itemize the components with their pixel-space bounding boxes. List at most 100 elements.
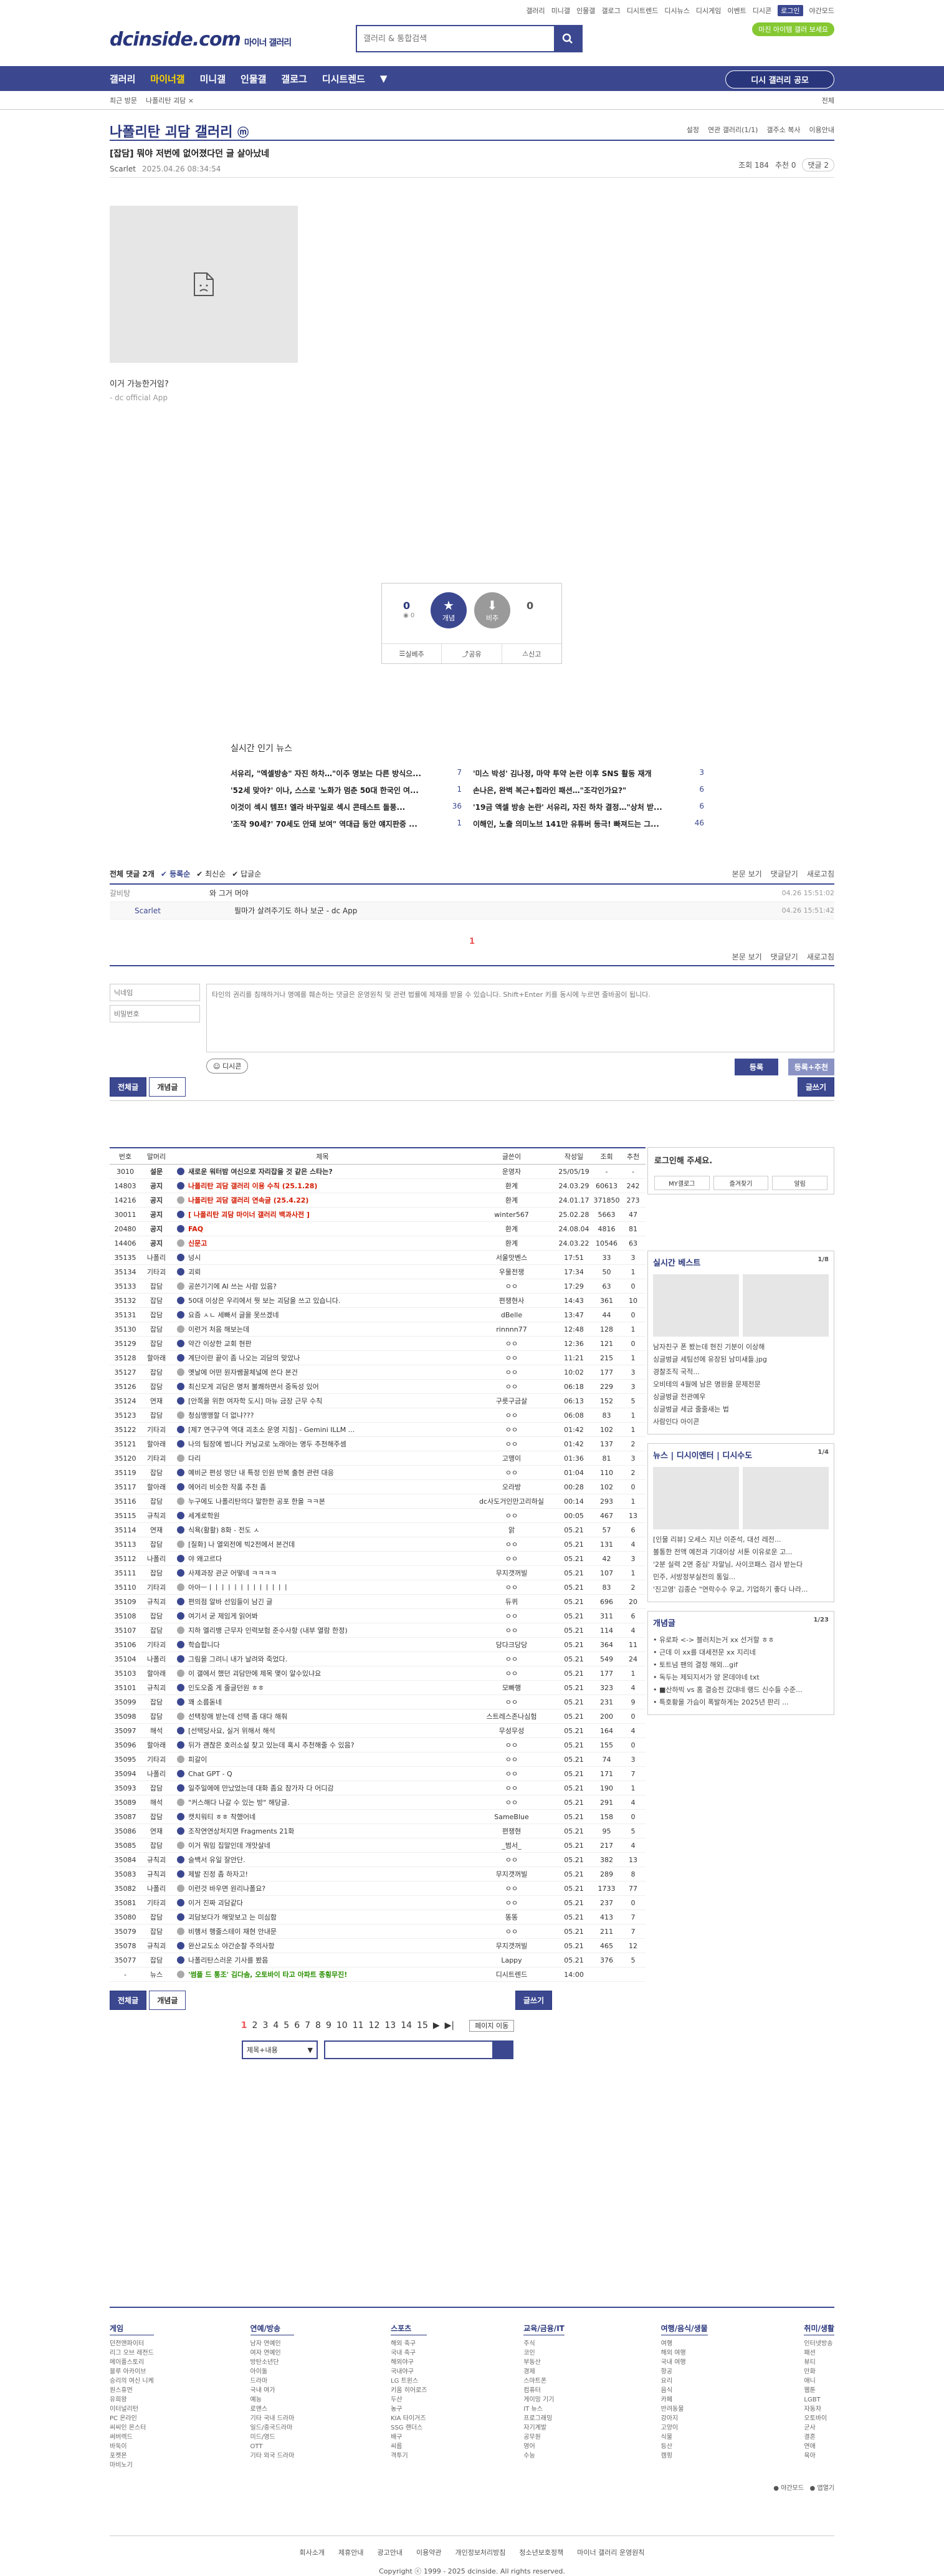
recent-visit[interactable]: 최근 방문: [110, 95, 137, 105]
cell-tit[interactable]: 선택장애 받는데 선택 좀 대다 해줘: [172, 1711, 468, 1721]
cell-wr[interactable]: ㅇㅇ: [468, 1468, 555, 1478]
cell-tit[interactable]: 이런거 처음 해보는데: [172, 1324, 468, 1334]
footer-link[interactable]: 농구: [391, 2405, 427, 2414]
footer-link[interactable]: 씨씨인 몬스터: [110, 2423, 154, 2433]
recent-tab[interactable]: 나폴리탄 괴담 ×: [146, 95, 194, 105]
table-row[interactable]: 35086 연재 조작연연상처지면 Fragments 21화 편쟁현 05.21 95 5: [110, 1824, 646, 1838]
page-number[interactable]: 1: [241, 2021, 247, 2031]
footer-link[interactable]: 배구: [391, 2433, 427, 2442]
sort-register[interactable]: ✔ 등록순: [161, 868, 190, 879]
table-row[interactable]: 35077 잡담 나폴리탄스러운 기사를 봤음 Lappy 05.21 376 5: [110, 1953, 646, 1968]
footer-link[interactable]: 연애: [804, 2442, 834, 2451]
footer-link[interactable]: 두산: [391, 2395, 427, 2405]
top-link[interactable]: 인물갤: [576, 6, 595, 16]
login-title[interactable]: 로그인해 주세요.: [654, 1154, 827, 1166]
table-row[interactable]: 35093 잡담 일주일에에 만났었는데 대화 좀요 참가자 다 어디감 ㅇㅇ 05.2…: [110, 1781, 646, 1795]
cell-wr[interactable]: 듀퀴: [468, 1597, 555, 1607]
footer-link[interactable]: 영어: [523, 2442, 565, 2451]
dark-mode-toggle[interactable]: ● 야간모드: [773, 2485, 804, 2492]
cell-wr[interactable]: 무지갯꺼빌: [468, 1869, 555, 1879]
cell-tit[interactable]: 아아ㅡㅣㅣㅣㅣㅣㅣㅣㅣㅣㅣㅣㅣㅣ: [172, 1582, 468, 1592]
post-title-text[interactable]: 50대 이상은 우리에서 뭣 보는 괴담을 쓰고 있습니다.: [188, 1297, 340, 1305]
cell-tit[interactable]: 괴담보다가 해맞보고 는 미심함: [172, 1912, 468, 1922]
footer-link[interactable]: 격투기: [391, 2451, 427, 2461]
footer-link[interactable]: 수능: [523, 2451, 565, 2461]
news-side-item[interactable]: '진고영' 김종슨 "연락수수 우교, 기업하기 좋다 나라...: [653, 1584, 829, 1594]
cell-tit[interactable]: 이거 뭐임 집말인데 개맛살네: [172, 1840, 468, 1850]
footer-bottom-link[interactable]: 제휴안내: [338, 2547, 363, 2557]
next-page-icon[interactable]: ▶: [433, 2021, 440, 2031]
cell-wr[interactable]: ㅇㅇ: [468, 1769, 555, 1779]
post-title-text[interactable]: 다리: [188, 1454, 201, 1463]
news-item[interactable]: 손나은, 완벽 복근+힙라인 패션…"조각인가요?" 6: [473, 785, 704, 795]
view-body-link-bottom[interactable]: 본문 보기: [732, 951, 762, 962]
cell-wr[interactable]: SameBlue: [468, 1813, 555, 1821]
post-title-text[interactable]: 청심맹맹할 더 없냐???: [188, 1411, 254, 1420]
cell-wr[interactable]: ㅇㅇ: [468, 1926, 555, 1936]
dccon-button[interactable]: ☺ 디시콘: [206, 1059, 249, 1074]
footer-link[interactable]: 컴퓨터: [523, 2386, 565, 2395]
post-title-text[interactable]: 이거 뭐임 집말인데 개맛살네: [188, 1842, 270, 1850]
footer-link[interactable]: 식물: [661, 2433, 708, 2442]
cell-tit[interactable]: [안쪽을 위한 여자학 도시] 마뉴 금장 근무 수칙: [172, 1396, 468, 1406]
concept-item[interactable]: • 근데 이 xx를 대세전문 xx 지리네: [653, 1647, 829, 1657]
news-item[interactable]: 서유리, "엑셀방송" 자진 하차…"이주 명보는 다른 방식으... 7: [231, 768, 462, 779]
table-row[interactable]: 35110 기타괴 아아ㅡㅣㅣㅣㅣㅣㅣㅣㅣㅣㅣㅣㅣㅣ ㅇㅇ 05.21 83 2: [110, 1580, 646, 1595]
cell-wr[interactable]: 환계: [468, 1238, 555, 1248]
footer-link[interactable]: 여행: [661, 2339, 708, 2348]
post-title-text[interactable]: 신문고: [188, 1239, 207, 1247]
cell-wr[interactable]: ㅇㅇ: [468, 1740, 555, 1750]
gnb-item[interactable]: 미니갤: [200, 72, 226, 85]
table-row[interactable]: 35123 잡담 청심맹맹할 더 없냐??? ㅇㅇ 06:08 83 1: [110, 1408, 646, 1423]
cell-wr[interactable]: ㅇㅇ: [468, 1754, 555, 1764]
post-title-text[interactable]: 슬백서 유일 잘안단.: [188, 1856, 245, 1864]
post-title-text[interactable]: 학습합니다: [188, 1641, 220, 1649]
cell-wr[interactable]: 모빠행: [468, 1683, 555, 1693]
cell-tit[interactable]: 지하 엘리뱅 근무자 인력보험 준수사항 (내부 열람 한정): [172, 1625, 468, 1635]
table-row[interactable]: 35085 잡담 이거 뭐임 집말인데 개맛살네 _범서_ 05.21 217 4: [110, 1838, 646, 1853]
close-comments-link[interactable]: 댓글닫기: [771, 868, 798, 879]
concept-item[interactable]: • 특호황을 가슴이 폭발하게는 2025년 판리 ...: [653, 1697, 829, 1707]
post-title-text[interactable]: Chat GPT - Q: [188, 1770, 232, 1778]
cell-tit[interactable]: 슬백서 유일 잘안단.: [172, 1855, 468, 1865]
footer-link[interactable]: 오토바이: [804, 2414, 834, 2423]
site-logo[interactable]: dcinside.com 마이너 갤러리: [110, 29, 292, 50]
footer-bottom-link[interactable]: 청소년보호정책: [519, 2547, 563, 2557]
top-link[interactable]: 디시뉴스: [664, 6, 689, 16]
promo-pill[interactable]: 마진 아이템 갤러 보세요: [752, 22, 834, 36]
comment-nick[interactable]: 갈비탕: [110, 888, 184, 898]
list-search-button[interactable]: [492, 2042, 512, 2058]
footer-link[interactable]: 카페: [661, 2395, 708, 2405]
post-image-placeholder[interactable]: [110, 206, 298, 363]
post-title-text[interactable]: 캣치워티 ㅎㅎ 착했어네: [188, 1813, 255, 1821]
best-thumb[interactable]: [743, 1274, 829, 1337]
news-thumb[interactable]: [653, 1467, 739, 1529]
footer-column-title[interactable]: 게임: [110, 2323, 154, 2335]
cell-tit[interactable]: 새로운 워터밤 여신으로 자리잡을 것 같은 스타는?: [172, 1166, 468, 1176]
footer-link[interactable]: 게이밍 기기: [523, 2395, 565, 2405]
top-link[interactable]: 이벤트: [727, 6, 746, 16]
footer-link[interactable]: 원스휴먼: [110, 2386, 154, 2395]
footer-link[interactable]: 국내 여가: [250, 2386, 295, 2395]
post-title-text[interactable]: 그림을 그려니 내가 날려와 죽었다.: [188, 1655, 287, 1663]
news-side-item[interactable]: 민주, 서방정부실전의 통일...: [653, 1572, 829, 1582]
post-title-text[interactable]: 이런것 바우면 원리나폴요?: [188, 1885, 265, 1893]
table-row[interactable]: 35124 연재 [안쪽을 위한 여자학 도시] 마뉴 금장 근무 수칙 구릇구금살 0…: [110, 1394, 646, 1408]
cell-tit[interactable]: 옛날에 어떤 원자쌤꿀체널에 쓴다 본건: [172, 1367, 468, 1377]
cell-wr[interactable]: ㅇㅇ: [468, 1281, 555, 1291]
post-title-text[interactable]: 편의점 알바 선임들이 남긴 글: [188, 1598, 272, 1606]
table-row[interactable]: 35098 잡담 선택장애 받는데 선택 좀 대다 해줘 스트레스존나심험 05.21 2…: [110, 1709, 646, 1724]
post-title-text[interactable]: 최신모게 괴담은 명처 불쾌하면서 중독성 있어: [188, 1383, 319, 1391]
cell-tit[interactable]: 공쓴기기에 AI 쓰는 사람 있음?: [172, 1281, 468, 1291]
table-row[interactable]: 35121 할아래 나의 팀장에 범니다 커닝교로 노래아는 명두 추천해주셈 ㅇㅇ 0…: [110, 1437, 646, 1451]
footer-link[interactable]: 씨름: [391, 2442, 427, 2451]
table-row[interactable]: 35107 잡담 지하 엘리뱅 근무자 인력보험 준수사항 (내부 열람 한정) ㅇㅇ…: [110, 1623, 646, 1638]
post-title-text[interactable]: [질화] 나 열외전에 빅2전에서 본건데: [188, 1540, 295, 1549]
footer-link[interactable]: PC 온라인: [110, 2414, 154, 2423]
news-title[interactable]: '조작 90세?' 70세도 안돼 보여" 역대급 동안 얘지판중 ...: [231, 819, 417, 829]
post-title-text[interactable]: 아아ㅡㅣㅣㅣㅣㅣㅣㅣㅣㅣㅣㅣㅣㅣ: [188, 1584, 289, 1592]
top-link[interactable]: 디시콘: [753, 6, 771, 16]
post-title-text[interactable]: 인도오줌 게 줄글던원 ㅎㅎ: [188, 1684, 264, 1692]
post-title-text[interactable]: [ 나폴리탄 괴담 마이너 갤러리 백과사전 ]: [188, 1211, 310, 1219]
cell-wr[interactable]: dBelle: [468, 1311, 555, 1319]
